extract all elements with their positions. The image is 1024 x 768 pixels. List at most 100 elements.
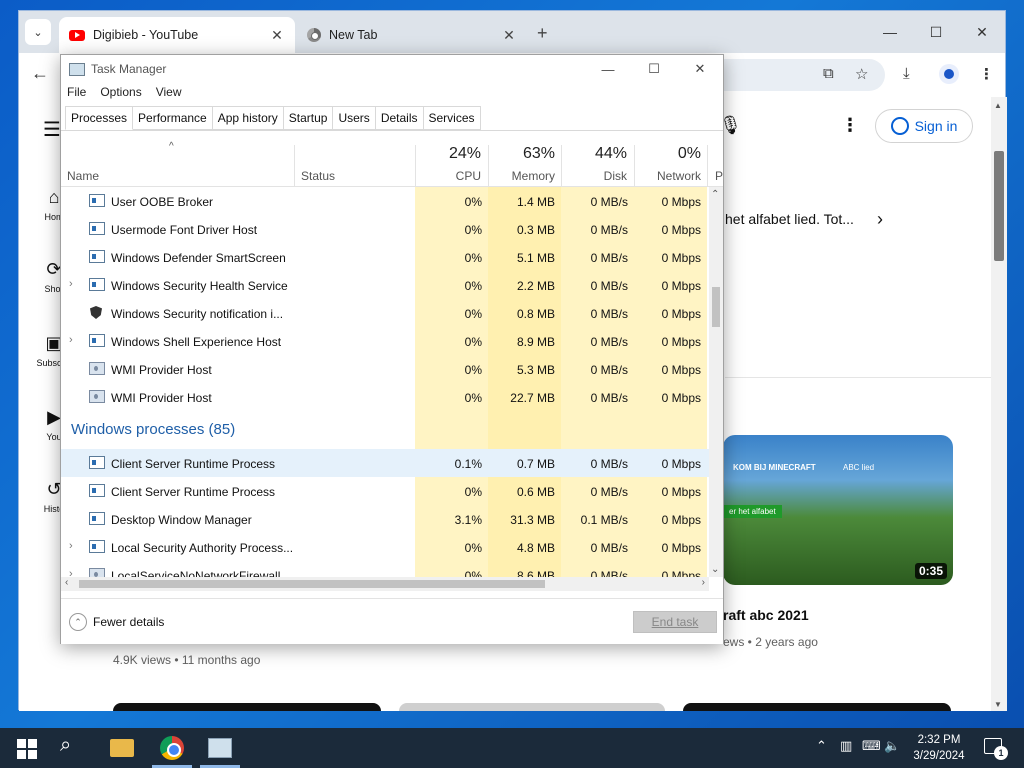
close-window-button[interactable]: ✕ bbox=[677, 55, 723, 83]
fewer-details-button[interactable]: ⌃ Fewer details bbox=[69, 613, 164, 631]
scroll-up-icon[interactable]: ▲ bbox=[994, 101, 1002, 110]
table-row[interactable]: Windows Defender SmartScreen 0% 5.1 MB 0 MB… bbox=[61, 243, 709, 271]
tab-users[interactable]: Users bbox=[333, 106, 376, 130]
maximize-button[interactable]: ☐ bbox=[631, 55, 677, 83]
header-network[interactable]: Network bbox=[645, 169, 701, 183]
network-icon[interactable]: ▥ bbox=[840, 738, 852, 754]
page-scrollbar[interactable]: ▲ ▼ bbox=[991, 97, 1007, 711]
bookmark-star-icon[interactable]: ☆ bbox=[855, 65, 868, 83]
tab-processes[interactable]: Processes bbox=[65, 106, 134, 130]
install-app-icon[interactable]: ⧉ bbox=[823, 65, 834, 82]
clock[interactable]: 2:32 PM 3/29/2024 bbox=[904, 732, 974, 764]
expand-chevron-icon[interactable]: › bbox=[69, 334, 73, 346]
chip-text[interactable]: het alfabet lied. Tot... bbox=[725, 211, 854, 227]
table-row[interactable]: WMI Provider Host 0% 5.3 MB 0 MB/s 0 Mbps bbox=[61, 355, 709, 383]
tab-performance[interactable]: Performance bbox=[133, 106, 213, 130]
table-row[interactable]: Desktop Window Manager 3.1% 31.3 MB 0.1 MB/… bbox=[61, 505, 709, 533]
tab-search-button[interactable]: ⌄ bbox=[25, 19, 51, 45]
process-net: 0 Mbps bbox=[661, 251, 701, 265]
video-thumbnail[interactable] bbox=[113, 703, 381, 711]
close-window-button[interactable]: ✕ bbox=[959, 11, 1005, 53]
tray-chevron-icon[interactable]: ⌃ bbox=[816, 738, 827, 754]
expand-chevron-icon[interactable]: › bbox=[69, 278, 73, 290]
tab-details[interactable]: Details bbox=[375, 106, 424, 130]
tab-app-history[interactable]: App history bbox=[212, 106, 284, 130]
scroll-left-icon[interactable]: ‹ bbox=[65, 577, 68, 588]
tab-youtube[interactable]: Digibieb - YouTube ✕ bbox=[59, 17, 295, 53]
thumbnail-text: KOM BIJ MINECRAFT bbox=[733, 463, 816, 472]
process-name: Windows Shell Experience Host bbox=[111, 335, 282, 349]
minimize-button[interactable]: — bbox=[867, 11, 913, 53]
process-name: Windows Security notification i... bbox=[111, 307, 284, 321]
header-cpu[interactable]: CPU bbox=[429, 169, 481, 183]
table-row[interactable]: User OOBE Broker 0% 1.4 MB 0 MB/s 0 Mbps bbox=[61, 187, 709, 215]
table-row[interactable]: WMI Provider Host 0% 22.7 MB 0 MB/s 0 Mbps bbox=[61, 383, 709, 411]
task-manager-icon[interactable] bbox=[208, 738, 232, 758]
video-thumbnail[interactable] bbox=[683, 703, 951, 711]
process-cpu: 0% bbox=[464, 569, 482, 577]
process-disk: 0 MB/s bbox=[590, 251, 628, 265]
expand-chevron-icon[interactable]: › bbox=[69, 540, 73, 552]
table-row[interactable]: › LocalServiceNoNetworkFirewall ... 0% 8.6 … bbox=[61, 561, 709, 577]
video-thumbnail[interactable]: KOM BIJ MINECRAFT ABC lied er het alfabe… bbox=[723, 435, 953, 585]
process-mem: 5.1 MB bbox=[516, 251, 555, 265]
process-net: 0 Mbps bbox=[661, 307, 701, 321]
maximize-button[interactable]: ☐ bbox=[913, 11, 959, 53]
tab-startup[interactable]: Startup bbox=[283, 106, 334, 130]
search-icon[interactable]: ⌕ bbox=[60, 734, 84, 758]
menu-options[interactable]: Options bbox=[100, 85, 141, 105]
scroll-down-icon[interactable]: ▼ bbox=[994, 700, 1002, 709]
back-button[interactable]: ← bbox=[31, 63, 49, 84]
table-row[interactable]: Client Server Runtime Process 0.1% 0.7 MB 0… bbox=[61, 449, 709, 477]
menu-file[interactable]: File bbox=[67, 85, 86, 105]
horizontal-scrollbar[interactable]: ‹ › bbox=[61, 577, 709, 591]
header-name[interactable]: Name bbox=[67, 169, 99, 183]
chevron-right-icon[interactable]: › bbox=[877, 209, 883, 230]
keyboard-icon[interactable]: ⌨ bbox=[862, 738, 881, 754]
tab-services[interactable]: Services bbox=[423, 106, 481, 130]
video-thumbnail[interactable] bbox=[399, 703, 665, 711]
table-row[interactable]: › Windows Security Health Service 0% 2.2 MB… bbox=[61, 271, 709, 299]
process-mem: 0.6 MB bbox=[516, 485, 555, 499]
process-cpu: 0% bbox=[464, 223, 482, 237]
file-explorer-icon[interactable] bbox=[110, 739, 134, 757]
download-icon[interactable]: ⤓ bbox=[903, 65, 910, 82]
scroll-thumb[interactable] bbox=[994, 151, 1004, 261]
close-tab-icon[interactable]: ✕ bbox=[501, 27, 517, 44]
table-row[interactable]: Usermode Font Driver Host 0% 0.3 MB 0 MB/s 0… bbox=[61, 215, 709, 243]
header-disk[interactable]: Disk bbox=[571, 169, 627, 183]
profile-icon[interactable] bbox=[939, 64, 959, 84]
table-row[interactable]: › Local Security Authority Process... 0% 4.… bbox=[61, 533, 709, 561]
header-power[interactable]: P bbox=[715, 169, 723, 183]
video-title[interactable]: raft abc 2021 bbox=[723, 607, 809, 623]
expand-chevron-icon[interactable]: › bbox=[69, 568, 73, 577]
scroll-down-icon[interactable]: ⌄ bbox=[711, 564, 719, 575]
process-disk: 0 MB/s bbox=[590, 569, 628, 577]
scroll-thumb[interactable] bbox=[79, 580, 545, 588]
menu-view[interactable]: View bbox=[156, 85, 182, 105]
scroll-thumb[interactable] bbox=[712, 287, 720, 327]
minimize-button[interactable]: — bbox=[585, 55, 631, 83]
browser-menu-icon[interactable]: ⋮ bbox=[979, 65, 994, 83]
sign-in-button[interactable]: Sign in bbox=[875, 109, 973, 143]
process-cpu: 0% bbox=[464, 279, 482, 293]
header-memory[interactable]: Memory bbox=[501, 169, 555, 183]
chrome-icon[interactable] bbox=[160, 736, 184, 760]
scroll-up-icon[interactable]: ⌃ bbox=[711, 189, 719, 200]
start-button[interactable] bbox=[14, 736, 38, 760]
process-cpu: 0% bbox=[464, 195, 482, 209]
window-controls: — ☐ ✕ bbox=[585, 55, 723, 83]
hamburger-menu-icon[interactable]: ☰ bbox=[43, 117, 61, 142]
vertical-scrollbar[interactable]: ⌃ ⌄ bbox=[709, 187, 723, 577]
table-row[interactable]: › Windows Shell Experience Host 0% 8.9 MB 0 … bbox=[61, 327, 709, 355]
table-row[interactable]: Windows Security notification i... 0% 0.8 … bbox=[61, 299, 709, 327]
new-tab-button[interactable]: + bbox=[537, 23, 548, 44]
end-task-button[interactable]: End task bbox=[633, 611, 717, 633]
tab-new-tab[interactable]: New Tab ✕ bbox=[297, 17, 527, 53]
header-status[interactable]: Status bbox=[301, 169, 335, 183]
table-row[interactable]: Client Server Runtime Process 0% 0.6 MB 0 M… bbox=[61, 477, 709, 505]
close-tab-icon[interactable]: ✕ bbox=[269, 27, 285, 44]
settings-menu-icon[interactable]: ⋮ bbox=[841, 115, 859, 136]
volume-muted-icon[interactable]: 🔈 bbox=[884, 738, 900, 754]
scroll-right-icon[interactable]: › bbox=[702, 577, 705, 588]
